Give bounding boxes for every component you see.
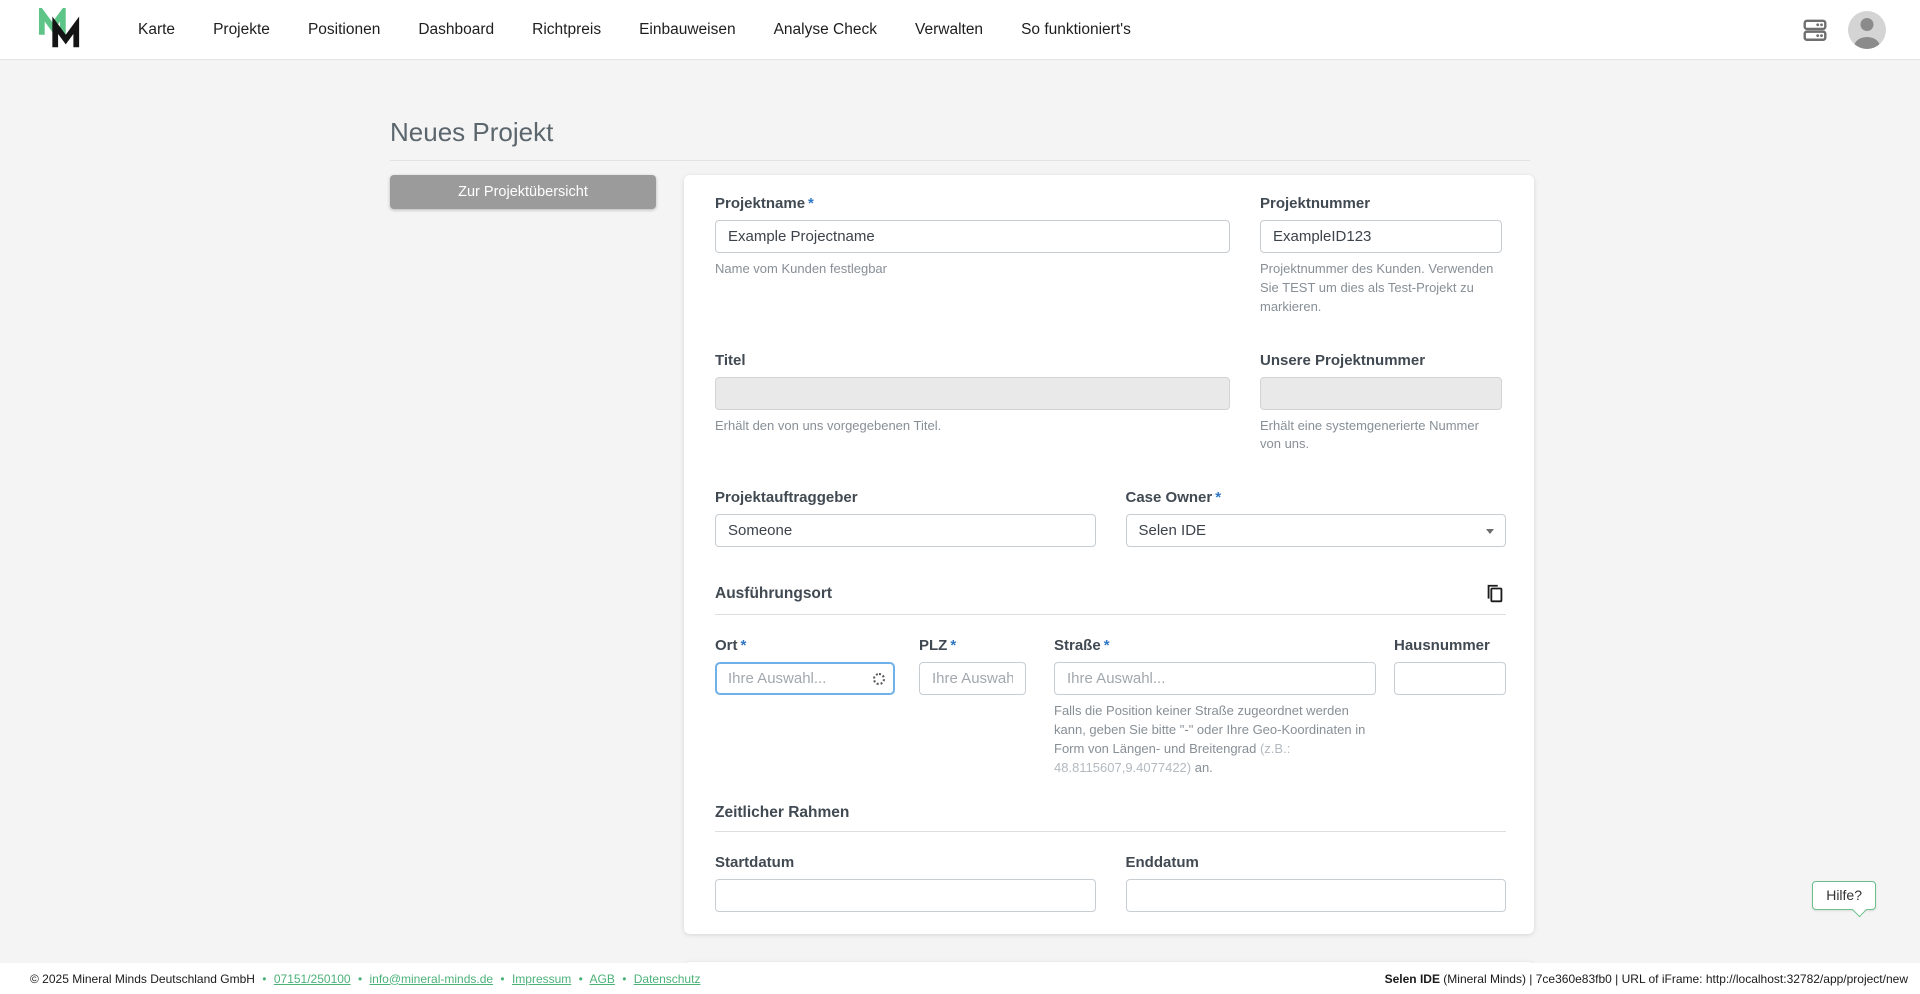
- projektname-field: Projektname* Name vom Kunden festlegbar: [715, 195, 1230, 279]
- required-asterisk: *: [740, 637, 747, 655]
- case-owner-select[interactable]: Selen IDE: [1125, 514, 1506, 548]
- section-divider: [715, 614, 1506, 616]
- required-asterisk: *: [1215, 489, 1222, 507]
- case-owner-selected-value: Selen IDE: [1138, 522, 1207, 540]
- hausnummer-label: Hausnummer: [1394, 637, 1490, 655]
- titel-input: [715, 376, 1230, 410]
- mineral-minds-logo-icon[interactable]: [38, 3, 82, 52]
- server-status-icon[interactable]: [1802, 17, 1828, 43]
- case-owner-label: Case Owner *: [1125, 489, 1222, 507]
- projektname-input[interactable]: [715, 220, 1230, 253]
- footer-left: © 2025 Mineral Minds Deutschland GmbH • …: [30, 971, 701, 986]
- ort-input[interactable]: [715, 662, 895, 696]
- enddatum-label: Enddatum: [1125, 853, 1199, 871]
- nav-item-projekte[interactable]: Projekte: [213, 21, 270, 39]
- projektnummer-input[interactable]: [1260, 220, 1502, 253]
- plz-label: PLZ *: [919, 637, 957, 655]
- footer-link-phone[interactable]: 07151/250100: [274, 972, 351, 986]
- projektauftraggeber-label: Projektauftraggeber: [715, 489, 858, 507]
- startdatum-label: Startdatum: [715, 853, 795, 871]
- nav-item-analyse-check[interactable]: Analyse Check: [774, 21, 877, 39]
- nav-item-positionen[interactable]: Positionen: [308, 21, 380, 39]
- footer-link-email[interactable]: info@mineral-minds.de: [369, 972, 493, 986]
- zeitlicher-rahmen-section-title: Zeitlicher Rahmen: [715, 803, 850, 821]
- page-title: Neues Projekt: [390, 117, 1530, 161]
- required-asterisk: *: [808, 195, 814, 212]
- session-details: (Mineral Minds) | 7ce360e83fb0 | URL of …: [1439, 971, 1908, 986]
- nav-item-so-funktionierts[interactable]: So funktioniert's: [1021, 21, 1131, 39]
- projektnummer-field: Projektnummer Projektnummer des Kunden. …: [1260, 195, 1502, 317]
- nav-item-einbauweisen[interactable]: Einbauweisen: [639, 21, 736, 39]
- required-asterisk: *: [1103, 637, 1110, 655]
- footer-link-datenschutz[interactable]: Datenschutz: [634, 972, 701, 986]
- footer-link-impressum[interactable]: Impressum: [512, 972, 571, 986]
- project-form-card: Projektname* Name vom Kunden festlegbar …: [684, 175, 1534, 934]
- main-nav: Karte Projekte Positionen Dashboard Rich…: [138, 21, 1802, 39]
- ort-field: Ort *: [715, 637, 895, 696]
- left-action-column: Zur Projektübersicht: [390, 175, 656, 209]
- titel-field: Titel Erhält den von uns vorgegebenen Ti…: [715, 352, 1230, 436]
- hausnummer-field: Hausnummer: [1394, 637, 1506, 696]
- strasse-label: Straße *: [1054, 637, 1110, 655]
- startdatum-input[interactable]: [715, 878, 1096, 912]
- strasse-field: Straße* Falls die Position keiner Straße…: [1054, 637, 1376, 777]
- navbar-right: [1802, 10, 1886, 49]
- copy-icon[interactable]: [1484, 583, 1506, 605]
- footer-session-info: Selen IDE (Mineral Minds) | 7ce360e83fb0…: [1385, 972, 1908, 986]
- titel-helper: Erhält den von uns vorgegebenen Titel.: [715, 417, 942, 433]
- projektnummer-label: Projektnummer: [1260, 195, 1371, 212]
- unsere-projektnummer-field: Unsere Projektnummer Erhält eine systemg…: [1260, 352, 1502, 455]
- ausfuehrungsort-section-title: Ausführungsort: [715, 585, 833, 603]
- session-user: Selen IDE: [1384, 971, 1440, 986]
- startdatum-field: Startdatum: [715, 854, 1096, 912]
- case-owner-field: Case Owner * Selen IDE: [1125, 489, 1506, 548]
- required-asterisk: *: [950, 637, 957, 655]
- projektauftraggeber-field: Projektauftraggeber: [715, 489, 1096, 548]
- ort-label: Ort *: [715, 637, 747, 655]
- projektnummer-helper: Projektnummer des Kunden. Verwenden Sie …: [1260, 261, 1494, 314]
- plz-input[interactable]: [919, 662, 1026, 696]
- nav-item-verwalten[interactable]: Verwalten: [915, 21, 983, 39]
- main-content: Neues Projekt Zur Projektübersicht Proje…: [0, 60, 1920, 963]
- nav-item-richtpreis[interactable]: Richtpreis: [532, 21, 601, 39]
- enddatum-field: Enddatum: [1125, 853, 1506, 912]
- section-divider: [715, 830, 1506, 832]
- projektname-helper: Name vom Kunden festlegbar: [715, 261, 887, 276]
- strasse-input[interactable]: [1054, 662, 1376, 696]
- page-footer: © 2025 Mineral Minds Deutschland GmbH • …: [0, 963, 1920, 994]
- hausnummer-input[interactable]: [1394, 662, 1506, 696]
- copyright-text: © 2025 Mineral Minds Deutschland GmbH: [30, 971, 255, 986]
- back-to-project-overview-button[interactable]: Zur Projektübersicht: [390, 175, 656, 209]
- nav-item-karte[interactable]: Karte: [138, 21, 175, 39]
- plz-field: PLZ *: [919, 637, 1026, 696]
- projektname-label: Projektname *: [715, 195, 814, 212]
- loading-spinner-icon: [873, 672, 885, 685]
- user-avatar-icon[interactable]: [1848, 10, 1886, 49]
- top-navbar: Karte Projekte Positionen Dashboard Rich…: [0, 0, 1920, 60]
- help-button[interactable]: Hilfe?: [1812, 881, 1876, 910]
- projektauftraggeber-input[interactable]: [715, 514, 1096, 548]
- enddatum-input[interactable]: [1125, 878, 1506, 912]
- unsere-projektnummer-input: [1260, 376, 1502, 410]
- footer-link-agb[interactable]: AGB: [590, 972, 615, 986]
- titel-label: Titel: [715, 351, 746, 369]
- strasse-helper: Falls die Position keiner Straße zugeord…: [1054, 703, 1366, 775]
- unsere-projektnummer-helper: Erhält eine systemgenerierte Nummer von …: [1260, 417, 1479, 452]
- unsere-projektnummer-label: Unsere Projektnummer: [1260, 351, 1426, 369]
- chevron-down-icon: [1486, 528, 1494, 534]
- nav-item-dashboard[interactable]: Dashboard: [418, 21, 494, 39]
